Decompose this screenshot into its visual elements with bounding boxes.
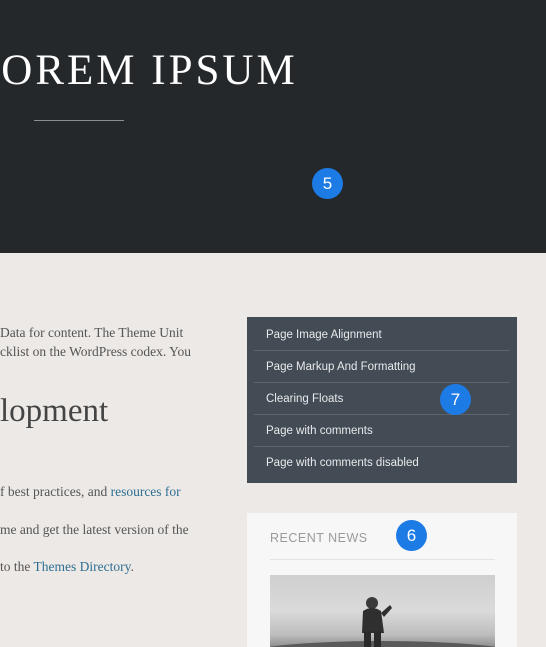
menu-item-page-with-comments[interactable]: Page with comments	[254, 415, 510, 447]
title-divider	[34, 120, 124, 121]
person-silhouette-icon	[270, 597, 495, 647]
section-heading: lopment	[0, 393, 109, 429]
body-line-2: me and get the latest version of the	[0, 522, 189, 537]
annotation-marker-7: 7	[440, 384, 471, 415]
intro-line-2: cklist on the WordPress codex. You	[0, 344, 192, 359]
menu-item-page-image-alignment[interactable]: Page Image Alignment	[254, 319, 510, 351]
body-line-3: to the Themes Directory.	[0, 559, 134, 575]
body-line-1-text: f best practices, and	[0, 484, 111, 499]
body-line-3-end: .	[130, 559, 134, 574]
annotation-marker-5: 5	[312, 168, 343, 199]
menu-item-clearing-floats[interactable]: Clearing Floats	[254, 383, 510, 415]
recent-news-title: RECENT NEWS	[270, 531, 368, 545]
body-line-1: f best practices, and resources for	[0, 484, 181, 500]
menu-item-page-markup-and-formatting[interactable]: Page Markup And Formatting	[254, 351, 510, 383]
intro-line-1: Data for content. The Theme Unit	[0, 325, 184, 340]
annotation-marker-6: 6	[396, 520, 427, 551]
hero-banner: LOREM IPSUM	[0, 0, 546, 253]
themes-directory-link[interactable]: Themes Directory	[34, 559, 131, 574]
news-thumbnail-image[interactable]	[270, 575, 495, 647]
sidebar-page-menu: Page Image Alignment Page Markup And For…	[247, 317, 517, 483]
recent-news-divider	[270, 559, 495, 560]
recent-news-widget: RECENT NEWS	[247, 513, 517, 647]
resources-link[interactable]: resources for	[111, 484, 181, 499]
site-title[interactable]: LOREM IPSUM	[0, 46, 298, 95]
main-content: Data for content. The Theme Unit cklist …	[0, 253, 240, 647]
body-line-3-text: to the	[0, 559, 34, 574]
menu-item-page-with-comments-disabled[interactable]: Page with comments disabled	[254, 447, 510, 479]
